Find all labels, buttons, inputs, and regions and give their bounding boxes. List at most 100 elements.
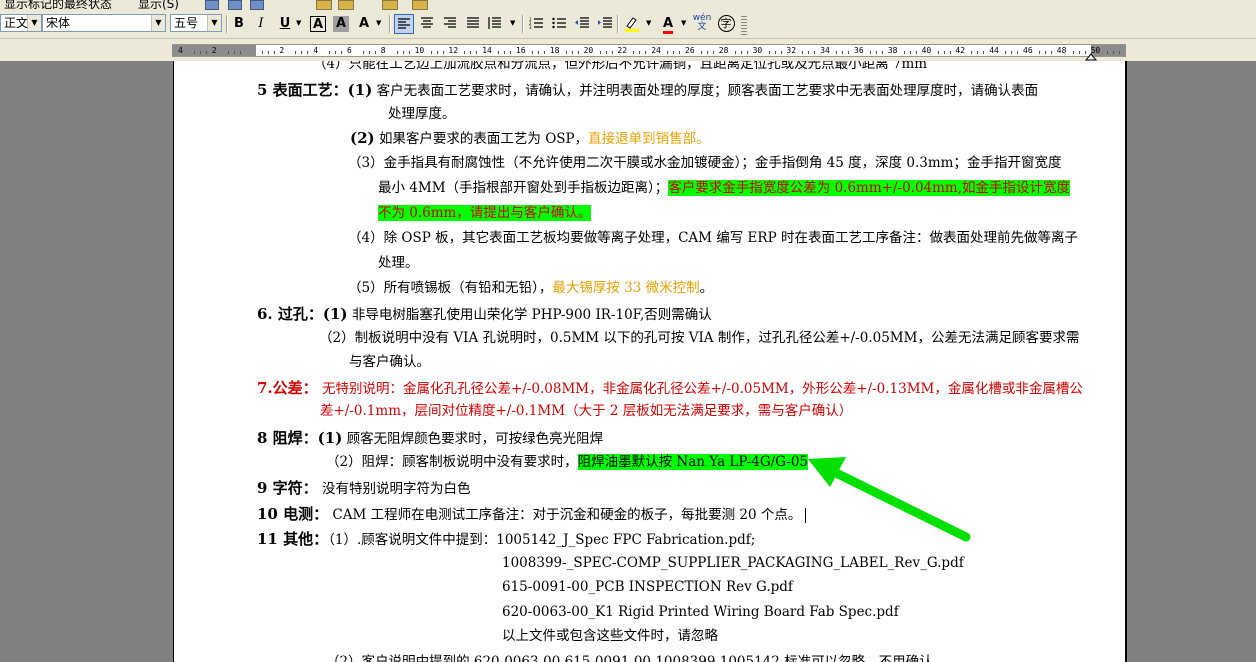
ruler-tick bbox=[200, 51, 201, 54]
ruler-tick bbox=[746, 51, 748, 54]
align-center-icon[interactable] bbox=[417, 14, 437, 34]
ruler-tick bbox=[768, 51, 770, 54]
horizontal-ruler[interactable]: 4 2 2 4 6 8 10 12 14 16 18 20 22 24 26 28 30 32 34 36 38 40 42… bbox=[0, 39, 1256, 62]
ruler-tick bbox=[701, 51, 702, 54]
ruler-tick bbox=[369, 51, 370, 54]
document-area[interactable]: （4）只能在工艺边上加流胶点和分流点，但外形后不允许漏铜，且距离定位孔或及光点最… bbox=[0, 61, 1256, 662]
numbering-icon[interactable]: 123 bbox=[526, 14, 546, 34]
ruler-number: 48 bbox=[1056, 46, 1067, 55]
ruler-tick bbox=[1011, 51, 1013, 54]
ruler-tick bbox=[915, 51, 917, 54]
char-shading-icon[interactable]: A bbox=[333, 16, 349, 32]
toolbar-separator bbox=[522, 15, 524, 33]
ruler-tick bbox=[402, 51, 404, 54]
underline-icon[interactable]: U bbox=[275, 14, 295, 34]
ruler-tick bbox=[903, 51, 905, 54]
ruler-tick bbox=[673, 51, 675, 54]
toolbar-grip[interactable] bbox=[741, 14, 747, 36]
justify-icon[interactable] bbox=[463, 14, 483, 34]
ruler-tick bbox=[943, 51, 945, 54]
right-indent-marker[interactable] bbox=[1085, 47, 1097, 61]
ruler-tick bbox=[464, 51, 466, 54]
ruler-tick bbox=[679, 51, 681, 54]
pen-icon[interactable] bbox=[382, 0, 398, 10]
align-right-icon[interactable] bbox=[440, 14, 460, 34]
reviewing-toolbar: 显示标记的最终状态 显示(S) bbox=[0, 0, 1256, 10]
ruler-number: 24 bbox=[651, 46, 661, 55]
ruler-tick bbox=[808, 51, 810, 54]
ruler-number: 44 bbox=[989, 46, 999, 55]
bold-icon[interactable]: B bbox=[229, 14, 249, 34]
phonetic-guide-icon[interactable]: wén 文 bbox=[692, 14, 712, 34]
ruler-tick bbox=[842, 51, 844, 54]
ruler-tick bbox=[780, 51, 782, 54]
review-icon[interactable] bbox=[250, 0, 264, 10]
ruler-tick bbox=[498, 51, 500, 54]
ruler-tick bbox=[1039, 51, 1040, 54]
font-size-combo[interactable]: 五号 ▼ bbox=[170, 14, 222, 32]
display-markup-combo[interactable]: 显示标记的最终状态 bbox=[4, 0, 112, 10]
ruler-tick bbox=[375, 51, 376, 54]
toolbar-separator bbox=[226, 15, 228, 33]
note-icon[interactable] bbox=[316, 0, 332, 10]
chevron-down-icon[interactable]: ▼ bbox=[646, 19, 651, 27]
ruler-tick bbox=[396, 51, 398, 54]
ruler-tick bbox=[611, 51, 613, 54]
font-value: 宋体 bbox=[46, 16, 71, 30]
chevron-down-icon[interactable]: ▼ bbox=[207, 15, 221, 31]
chevron-down-icon[interactable]: ▼ bbox=[27, 15, 41, 31]
chevron-down-icon[interactable]: ▼ bbox=[681, 19, 686, 27]
highlight-icon[interactable] bbox=[622, 14, 642, 34]
formatting-toolbar: 正文 ▼ 宋体 ▼ 五号 ▼ B I U ▼ A A A ▼ ▼ 123 ▼ A… bbox=[0, 10, 1256, 39]
chevron-down-icon[interactable]: ▼ bbox=[510, 19, 515, 27]
style-combo[interactable]: 正文 ▼ bbox=[0, 14, 42, 32]
align-left-icon[interactable] bbox=[394, 14, 414, 34]
chevron-down-icon[interactable]: ▼ bbox=[151, 15, 165, 31]
ruler-tick bbox=[667, 51, 669, 54]
font-size-value: 五号 bbox=[174, 16, 199, 30]
svg-text:3: 3 bbox=[529, 25, 532, 29]
ruler-tick bbox=[1112, 51, 1114, 54]
font-combo[interactable]: 宋体 ▼ bbox=[42, 14, 166, 32]
ruler-tick bbox=[713, 51, 714, 54]
chevron-down-icon[interactable]: ▼ bbox=[376, 19, 381, 27]
increase-indent-icon[interactable] bbox=[595, 14, 615, 34]
italic-icon[interactable]: I bbox=[251, 14, 271, 34]
style-value: 正文 bbox=[4, 16, 29, 30]
ruler-tick bbox=[814, 51, 816, 54]
ruler-bar[interactable]: 4 2 2 4 6 8 10 12 14 16 18 20 22 24 26 28 30 32 34 36 38 40 42… bbox=[172, 44, 1126, 57]
toolbar-separator bbox=[389, 15, 391, 33]
ruler-tick bbox=[977, 51, 979, 54]
line-spacing-icon[interactable] bbox=[484, 14, 504, 34]
ruler-tick bbox=[436, 51, 438, 54]
chevron-down-icon[interactable]: ▼ bbox=[296, 19, 301, 27]
folder-icon[interactable] bbox=[412, 0, 428, 10]
ruler-tick bbox=[335, 51, 337, 54]
bullets-icon[interactable] bbox=[549, 14, 569, 34]
ruler-tick bbox=[577, 51, 579, 54]
ruler-tick bbox=[876, 51, 877, 54]
font-color-icon[interactable]: A bbox=[658, 14, 678, 34]
ruler-tick bbox=[1072, 51, 1074, 54]
decrease-indent-icon[interactable] bbox=[572, 14, 592, 34]
ruler-tick bbox=[233, 51, 235, 54]
char-border-icon[interactable]: A bbox=[310, 16, 326, 32]
show-menu-button[interactable]: 显示(S) bbox=[138, 0, 179, 10]
ruler-number: 10 bbox=[414, 46, 425, 55]
ruler-tick bbox=[599, 51, 601, 54]
review-icon[interactable] bbox=[205, 0, 219, 10]
ruler-number: 2 bbox=[211, 46, 217, 55]
asian-layout-icon[interactable]: A bbox=[354, 14, 374, 34]
note-icon[interactable] bbox=[338, 0, 354, 10]
ruler-tick bbox=[408, 51, 410, 54]
ruler-tick bbox=[470, 51, 472, 54]
enclose-char-icon[interactable]: 字 bbox=[716, 14, 736, 34]
ruler-tick bbox=[295, 51, 297, 54]
ruler-tick bbox=[1017, 51, 1019, 54]
review-icon[interactable] bbox=[228, 0, 242, 10]
ruler-tick bbox=[707, 51, 708, 54]
ruler-number: 30 bbox=[752, 46, 763, 55]
ruler-tick bbox=[571, 51, 573, 54]
ruler-tick bbox=[341, 51, 343, 54]
ruler-number: 26 bbox=[685, 46, 695, 55]
